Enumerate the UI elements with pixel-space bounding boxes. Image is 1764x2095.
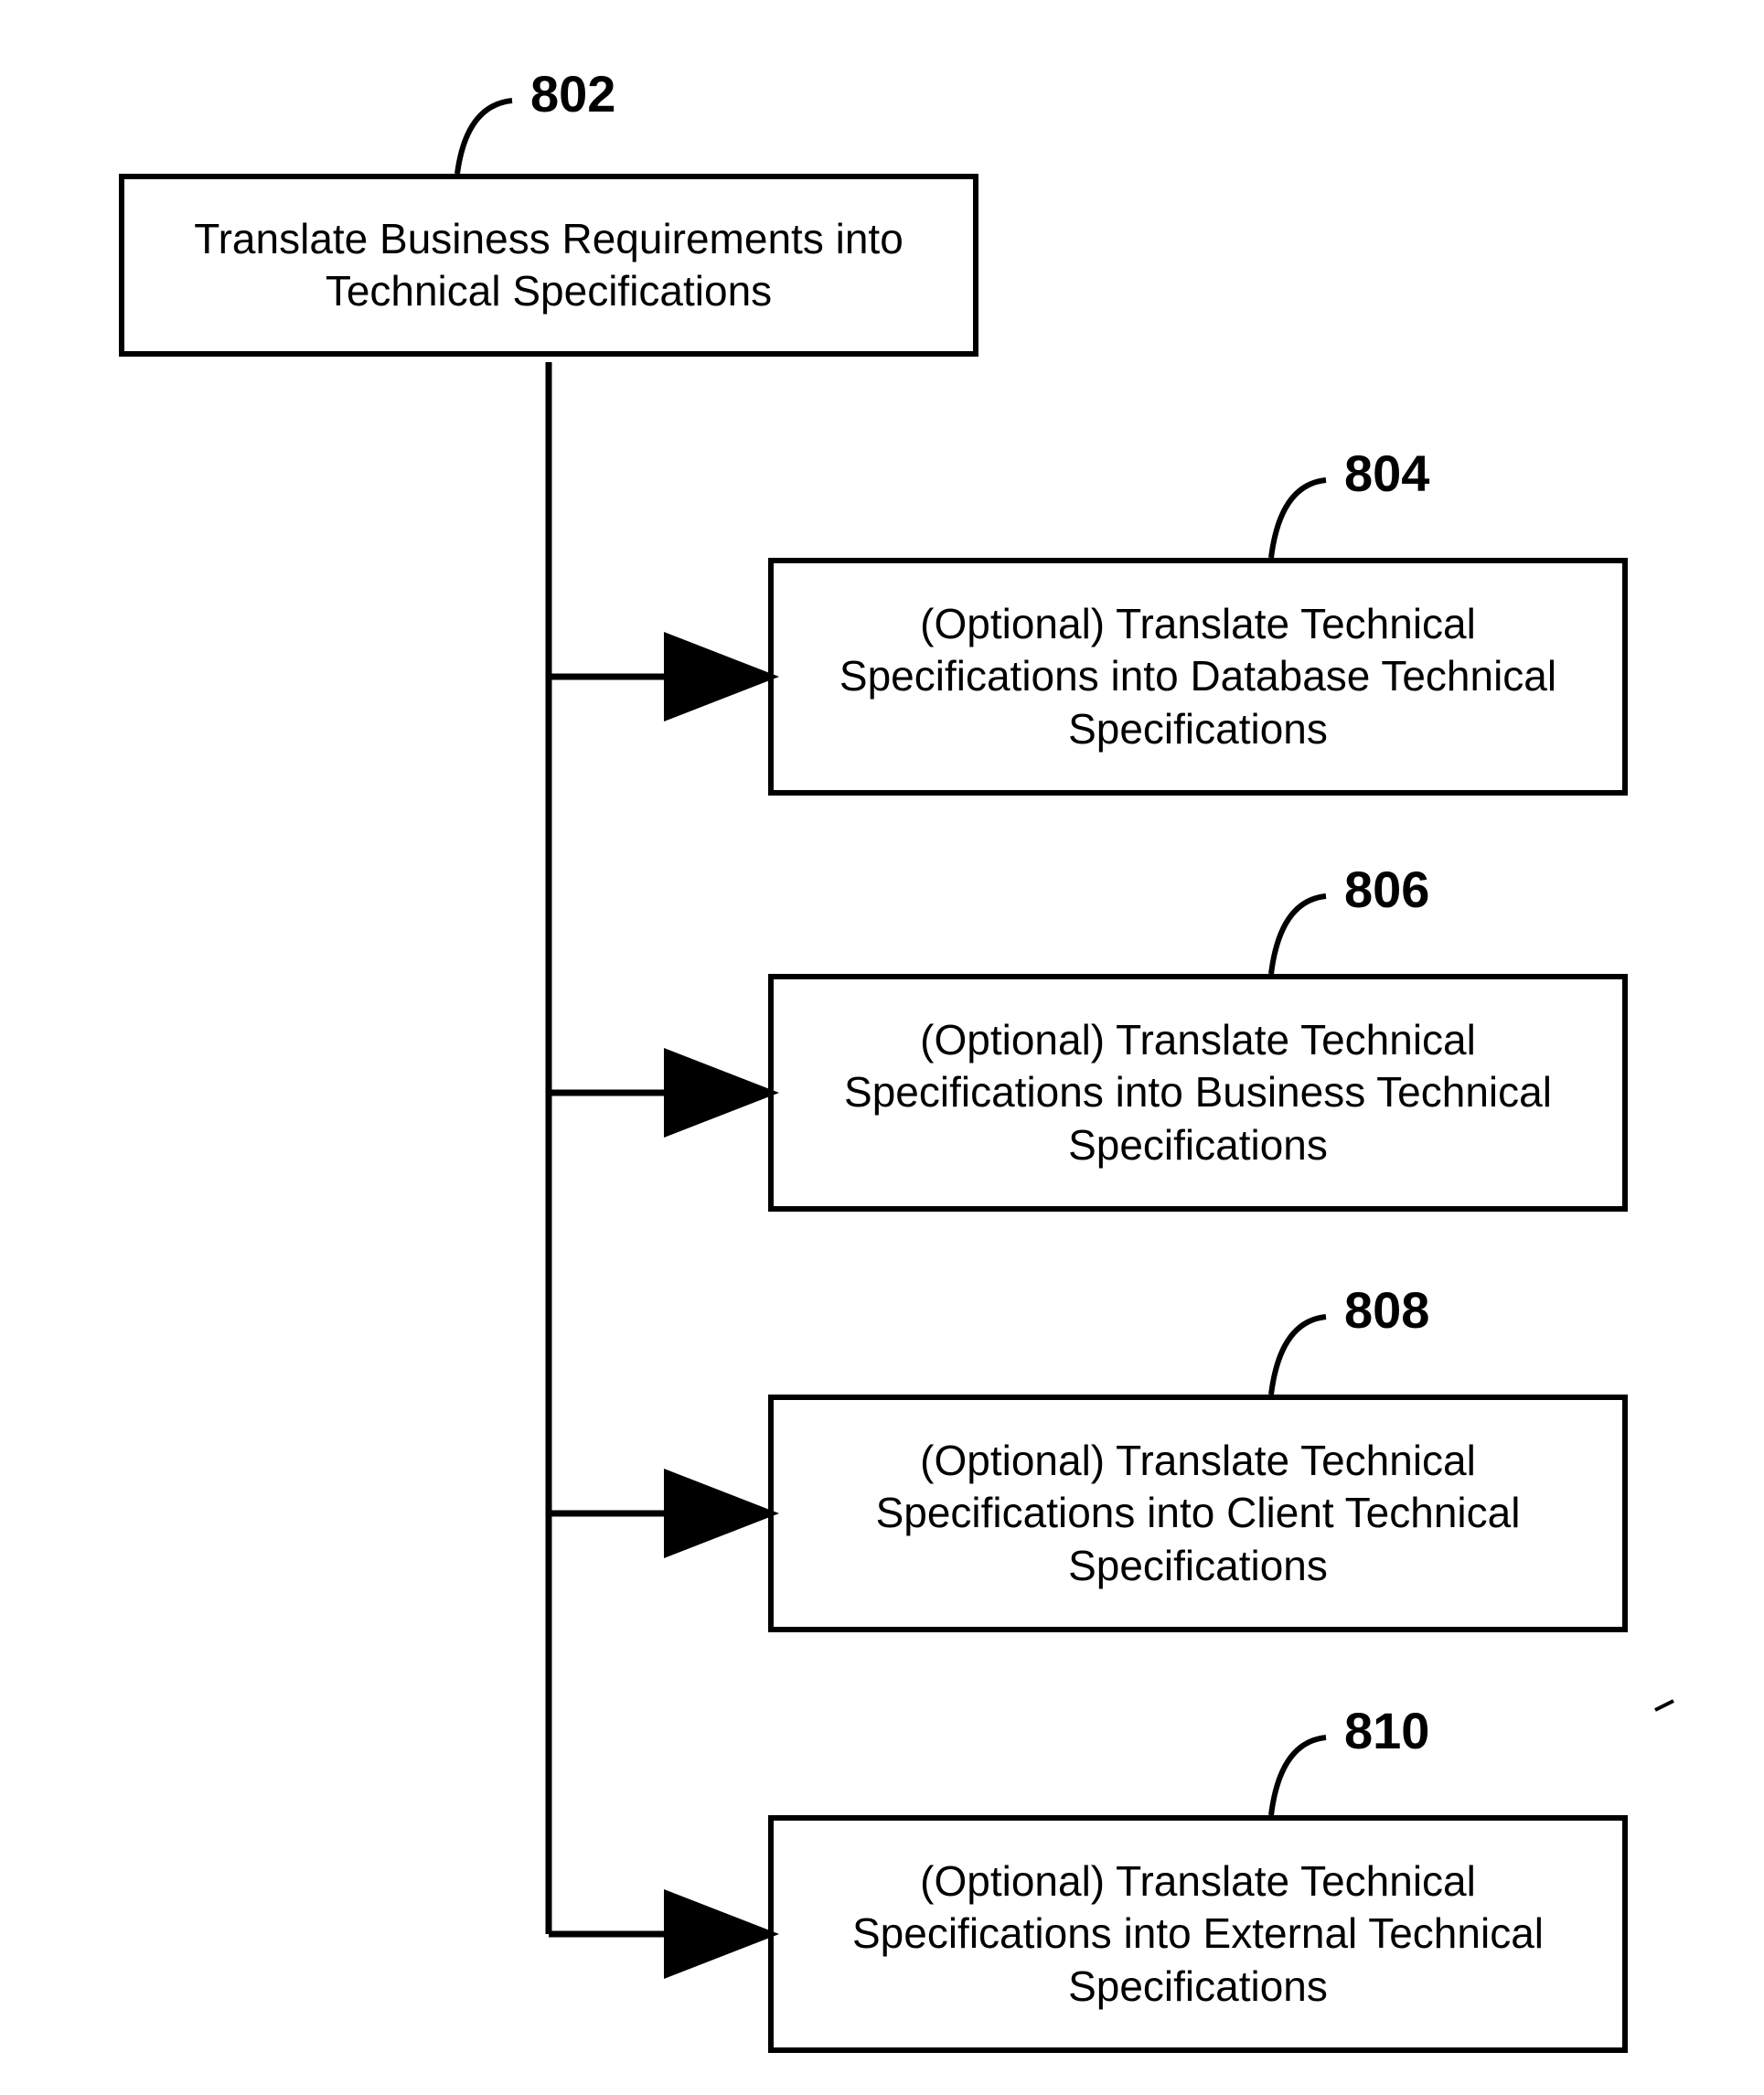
label-804: 804 xyxy=(1344,444,1429,503)
label-810: 810 xyxy=(1344,1701,1429,1760)
box-808: (Optional) Translate Technical Specifica… xyxy=(768,1395,1628,1632)
box-810: (Optional) Translate Technical Specifica… xyxy=(768,1815,1628,2053)
box-810-text: (Optional) Translate Technical Specifica… xyxy=(801,1855,1595,2014)
box-806-text: (Optional) Translate Technical Specifica… xyxy=(801,1014,1595,1172)
box-808-text: (Optional) Translate Technical Specifica… xyxy=(801,1435,1595,1593)
flowchart-canvas: Translate Business Requirements into Tec… xyxy=(0,0,1764,2095)
label-808: 808 xyxy=(1344,1280,1429,1340)
label-802: 802 xyxy=(530,64,615,123)
label-806: 806 xyxy=(1344,860,1429,919)
box-804-text: (Optional) Translate Technical Specifica… xyxy=(801,598,1595,756)
box-802: Translate Business Requirements into Tec… xyxy=(119,174,978,357)
box-806: (Optional) Translate Technical Specifica… xyxy=(768,974,1628,1212)
box-802-text: Translate Business Requirements into Tec… xyxy=(152,213,946,318)
box-804: (Optional) Translate Technical Specifica… xyxy=(768,558,1628,796)
